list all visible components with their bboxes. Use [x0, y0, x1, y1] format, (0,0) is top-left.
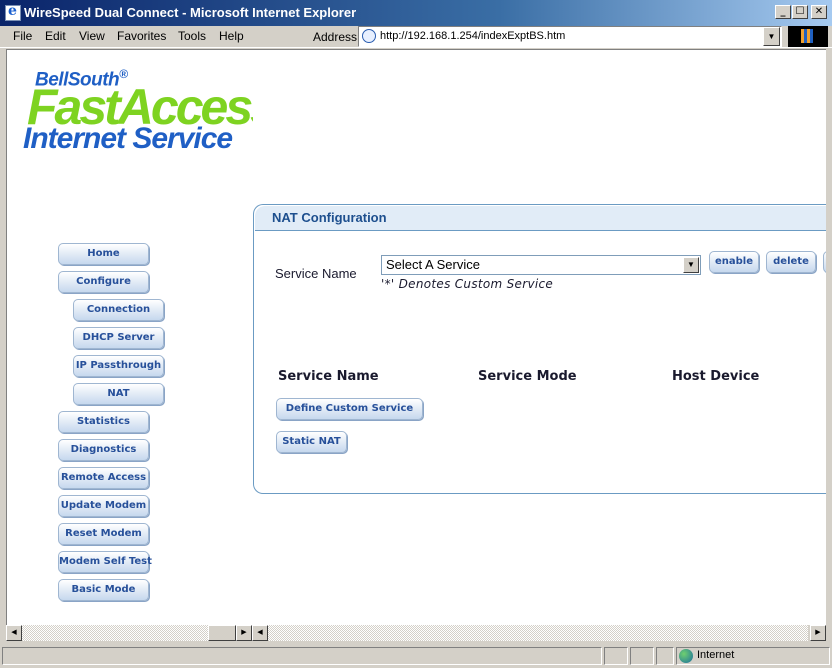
- add-button[interactable]: [823, 251, 826, 273]
- maximize-button[interactable]: ☐: [792, 5, 808, 19]
- status-bar: Internet: [0, 645, 832, 668]
- nav-remote-access-button[interactable]: Remote Access: [58, 467, 149, 489]
- nav-update-modem-button[interactable]: Update Modem: [58, 495, 149, 517]
- address-bar[interactable]: http://192.168.1.254/indexExptBS.htm: [358, 26, 782, 47]
- nav-statistics-button[interactable]: Statistics: [58, 411, 149, 433]
- scroll-thumb[interactable]: [208, 625, 236, 641]
- nav-diagnostics-button[interactable]: Diagnostics: [58, 439, 149, 461]
- static-nat-button[interactable]: Static NAT: [276, 431, 347, 453]
- nav-modem-self-test-button[interactable]: Modem Self Test: [58, 551, 152, 573]
- delete-button[interactable]: delete: [766, 251, 816, 273]
- menu-view[interactable]: View: [79, 29, 105, 43]
- horizontal-scrollbar[interactable]: ◀ ▶ ◀ ▶: [6, 625, 826, 642]
- menu-help[interactable]: Help: [219, 29, 244, 43]
- menu-file[interactable]: File: [13, 29, 32, 43]
- nat-panel-title: NAT Configuration: [272, 210, 387, 225]
- address-url[interactable]: http://192.168.1.254/indexExptBS.htm: [380, 30, 565, 42]
- scroll-left-icon-2[interactable]: ◀: [252, 625, 268, 641]
- internet-zone-icon: [679, 649, 693, 663]
- status-pane-1: [604, 647, 628, 665]
- service-select[interactable]: Select A Service ▼: [381, 255, 701, 275]
- scroll-right-icon[interactable]: ▶: [236, 625, 252, 641]
- col-service-name: Service Name: [278, 369, 379, 384]
- service-name-label: Service Name: [275, 266, 357, 281]
- nav-nat-button[interactable]: NAT: [73, 383, 164, 405]
- enable-button[interactable]: enable: [709, 251, 759, 273]
- address-label: Address: [313, 30, 358, 44]
- scroll-right-icon-2[interactable]: ▶: [810, 625, 826, 641]
- close-button[interactable]: ✕: [811, 5, 827, 19]
- nav-ip-passthrough-button[interactable]: IP Passthrough: [73, 355, 164, 377]
- windows-logo-icon: [788, 26, 828, 47]
- scroll-track-2[interactable]: [268, 625, 808, 641]
- page-icon: [362, 29, 376, 43]
- minimize-button[interactable]: _: [775, 5, 791, 19]
- service-select-value: Select A Service: [386, 257, 480, 272]
- window-title: WireSpeed Dual Connect - Microsoft Inter…: [24, 5, 357, 20]
- custom-service-note: '*' Denotes Custom Service: [381, 277, 554, 291]
- scroll-left-icon[interactable]: ◀: [6, 625, 22, 641]
- nav-home-button[interactable]: Home: [58, 243, 149, 265]
- define-custom-service-button[interactable]: Define Custom Service: [276, 398, 423, 420]
- status-text-pane: [2, 647, 602, 665]
- internet-service-logo: Internet Service: [23, 122, 233, 155]
- status-pane-2: [630, 647, 654, 665]
- menu-tools[interactable]: Tools: [178, 29, 206, 43]
- status-pane-3: [656, 647, 674, 665]
- title-bar: WireSpeed Dual Connect - Microsoft Inter…: [0, 0, 832, 26]
- address-dropdown-button[interactable]: ▼: [763, 27, 780, 46]
- ie-icon[interactable]: [5, 3, 21, 21]
- chevron-down-icon[interactable]: ▼: [683, 257, 699, 273]
- col-service-mode: Service Mode: [478, 369, 577, 384]
- zone-text: Internet: [697, 649, 735, 661]
- menu-favorites[interactable]: Favorites: [117, 29, 166, 43]
- nav-reset-modem-button[interactable]: Reset Modem: [58, 523, 149, 545]
- nat-panel-header: NAT Configuration: [255, 206, 826, 231]
- nav-connection-button[interactable]: Connection: [73, 299, 164, 321]
- nav-configure-button[interactable]: Configure: [58, 271, 149, 293]
- col-host-device: Host Device: [672, 369, 760, 384]
- scroll-track[interactable]: [22, 625, 208, 641]
- page-viewport: BellSouth® FastAccess Internet Service H…: [6, 49, 826, 625]
- nav-dhcp-server-button[interactable]: DHCP Server: [73, 327, 164, 349]
- nav-basic-mode-button[interactable]: Basic Mode: [58, 579, 149, 601]
- menu-edit[interactable]: Edit: [45, 29, 66, 43]
